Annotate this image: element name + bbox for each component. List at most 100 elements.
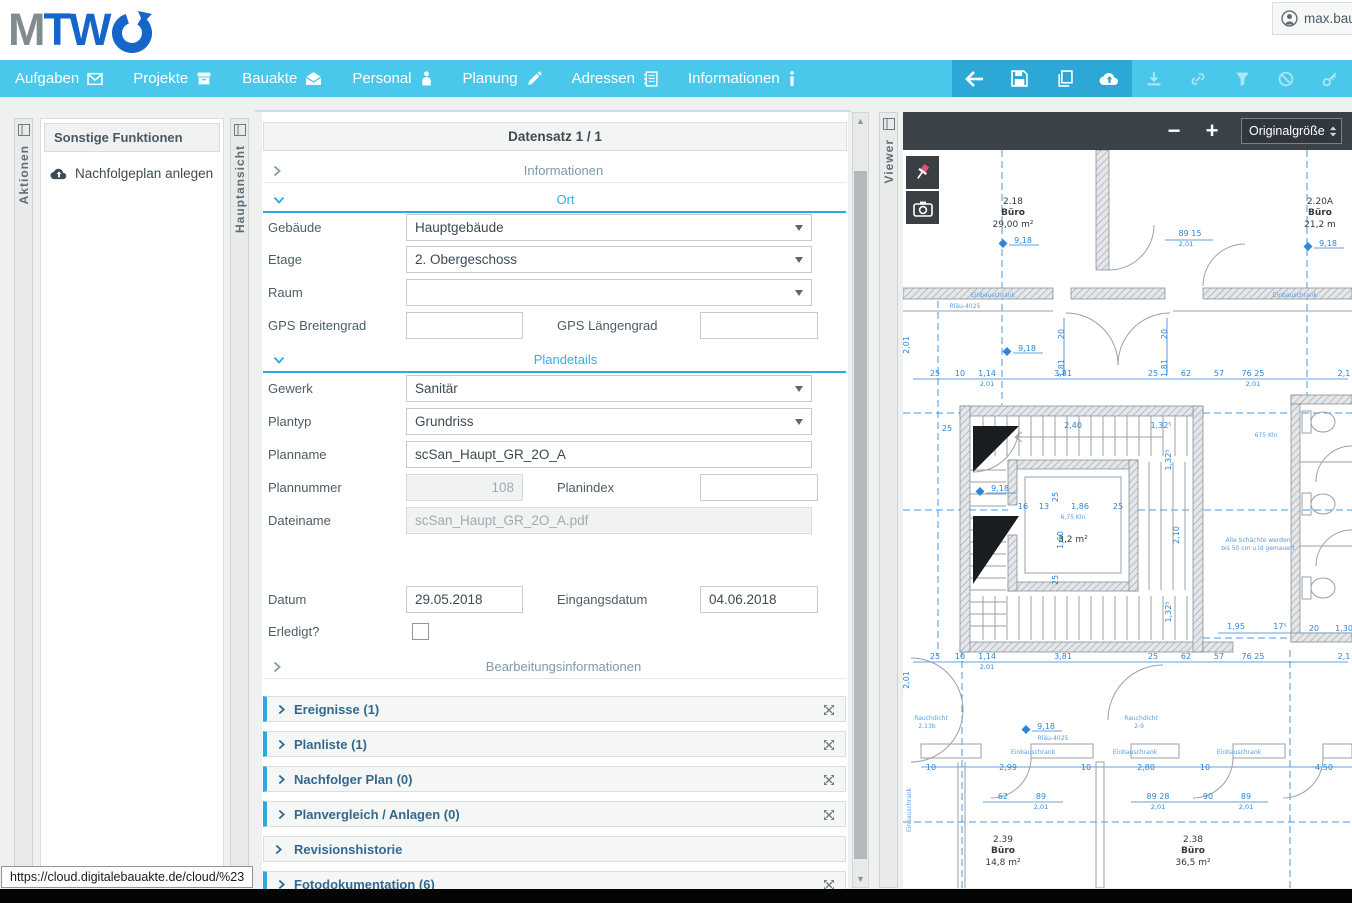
plan-label: 10	[926, 763, 936, 772]
form-scrollbar[interactable]: ▲ ▼	[852, 112, 869, 888]
cloud-upload-icon	[50, 167, 68, 180]
gps-laengengrad-input[interactable]	[700, 312, 818, 339]
plan-label: 2,1	[1338, 369, 1351, 378]
nav-label: Projekte	[133, 70, 188, 87]
nav-item-planung[interactable]: Planung	[448, 60, 557, 97]
zoom-out-button[interactable]: −	[1157, 116, 1191, 146]
accordion-ereignisse[interactable]: Ereignisse (1)	[263, 696, 846, 722]
accordion-planliste[interactable]: Planliste (1)	[263, 731, 846, 757]
erledigt-checkbox[interactable]	[412, 623, 429, 640]
viewer-canvas[interactable]: 9,189,189,189,189,1889 152,0125101,142,0…	[903, 150, 1352, 888]
nav-item-adressen[interactable]: Adressen	[557, 60, 673, 97]
plan-label: Einbauschrank	[1113, 749, 1158, 756]
plan-label: 1,81	[1057, 359, 1066, 377]
panel-icon	[883, 118, 895, 130]
nav-item-informationen[interactable]: Informationen	[673, 60, 811, 97]
plan-label: 25	[1051, 575, 1060, 585]
filter-button[interactable]	[1220, 60, 1264, 97]
scrollbar-up-button[interactable]: ▲	[853, 113, 868, 129]
accordion-label: Ereignisse (1)	[294, 702, 379, 717]
block-button[interactable]	[1264, 60, 1308, 97]
cloud-upload-icon	[1099, 71, 1120, 86]
section-informationen[interactable]: Informationen	[263, 159, 846, 183]
section-ort[interactable]: Ort	[263, 188, 846, 213]
section-bearbeitungsinformationen[interactable]: Bearbeitungsinformationen	[263, 655, 846, 679]
plan-label: 2,99	[999, 763, 1017, 772]
key-button[interactable]	[1308, 60, 1352, 97]
plannummer-input	[406, 474, 523, 501]
panel-icon	[18, 124, 30, 136]
plan-label: 9,18	[1319, 239, 1337, 248]
plantyp-select[interactable]: Grundriss	[406, 408, 812, 435]
plan-label: 2.38	[1183, 835, 1203, 845]
sonstige-funktionen-panel: Sonstige Funktionen Nachfolgeplan anlege…	[40, 118, 224, 880]
gewerk-label: Gewerk	[262, 381, 406, 396]
link-button[interactable]	[1176, 60, 1220, 97]
plan-label: 29,00 m²	[992, 220, 1033, 230]
plan-label: Büro	[991, 846, 1015, 856]
nav-item-aufgaben[interactable]: Aufgaben	[0, 60, 118, 97]
archive-icon	[196, 71, 212, 86]
copy-button[interactable]	[1042, 60, 1087, 97]
download-button[interactable]	[1132, 60, 1176, 97]
gebaeude-value: Hauptgebäude	[415, 220, 795, 235]
hauptansicht-panel-tab[interactable]: Hauptansicht	[230, 118, 249, 880]
save-button[interactable]	[997, 60, 1042, 97]
back-button[interactable]	[952, 60, 997, 97]
camera-button[interactable]	[906, 191, 939, 224]
accordion-nachfolger-plan[interactable]: Nachfolger Plan (0)	[263, 766, 846, 792]
aktionen-panel-tab[interactable]: Aktionen	[14, 118, 33, 880]
plan-label: 89 28	[1147, 792, 1170, 801]
gebaeude-select[interactable]: Hauptgebäude	[406, 214, 812, 241]
viewer-tab-label: Viewer	[880, 139, 899, 183]
plan-label: 25	[1113, 502, 1123, 511]
user-icon	[1281, 10, 1298, 27]
expand-icon[interactable]	[822, 808, 836, 822]
section-plandetails[interactable]: Plandetails	[263, 348, 846, 373]
cloud-upload-button[interactable]	[1087, 60, 1132, 97]
plan-label: 25	[930, 652, 940, 661]
scrollbar-thumb[interactable]	[854, 171, 867, 859]
accordion-label: Revisionshistorie	[294, 842, 402, 857]
plan-label: Einbauschrank	[1217, 749, 1262, 756]
zoom-in-button[interactable]: +	[1195, 116, 1229, 146]
pin-button[interactable]	[906, 156, 939, 189]
nav-item-personal[interactable]: Personal	[337, 60, 447, 97]
plan-label: 10	[955, 652, 965, 661]
plan-viewer: − + Originalgröße	[903, 112, 1352, 888]
datum-input[interactable]	[406, 586, 523, 613]
plan-label: 2,01	[1239, 803, 1253, 811]
accordion-revisionshistorie[interactable]: Revisionshistorie	[263, 836, 846, 862]
plan-label: 10	[1081, 763, 1091, 772]
eingangsdatum-input[interactable]	[700, 586, 818, 613]
chevron-down-icon	[795, 386, 803, 392]
expand-icon[interactable]	[822, 703, 836, 717]
nav-item-bauakte[interactable]: Bauakte	[227, 60, 337, 97]
user-menu[interactable]: max.bau	[1272, 2, 1352, 35]
accordion-planvergleich-anlagen[interactable]: Planvergleich / Anlagen (0)	[263, 801, 846, 827]
viewer-panel-tab[interactable]: Viewer	[879, 112, 898, 888]
plan-label: 20	[1309, 624, 1319, 633]
plan-label: 9,18	[1014, 236, 1032, 245]
planindex-input[interactable]	[700, 474, 818, 501]
plantyp-label: Plantyp	[262, 414, 406, 429]
raum-select[interactable]	[406, 279, 812, 306]
etage-select[interactable]: 2. Obergeschoss	[406, 246, 812, 273]
chevron-right-icon	[273, 165, 281, 177]
nav-item-projekte[interactable]: Projekte	[118, 60, 227, 97]
planname-input[interactable]	[406, 441, 812, 468]
plan-label: 25	[942, 424, 952, 433]
nav-toolbar	[952, 60, 1352, 97]
gewerk-select[interactable]: Sanitär	[406, 375, 812, 402]
zoom-level-select[interactable]: Originalgröße	[1241, 118, 1342, 144]
field-row-raum: Raum	[262, 279, 848, 306]
plan-label: 4,50	[1315, 763, 1333, 772]
datum-label: Datum	[262, 592, 406, 607]
main-nav: Aufgaben Projekte Bauakte Personal Planu…	[0, 60, 1352, 97]
scrollbar-down-button[interactable]: ▼	[853, 871, 868, 887]
gps-breitengrad-input[interactable]	[406, 312, 523, 339]
expand-icon[interactable]	[822, 738, 836, 752]
plan-label: 6,75 Kln	[1061, 514, 1086, 521]
nachfolgeplan-anlegen-button[interactable]: Nachfolgeplan anlegen	[50, 166, 223, 181]
expand-icon[interactable]	[822, 773, 836, 787]
